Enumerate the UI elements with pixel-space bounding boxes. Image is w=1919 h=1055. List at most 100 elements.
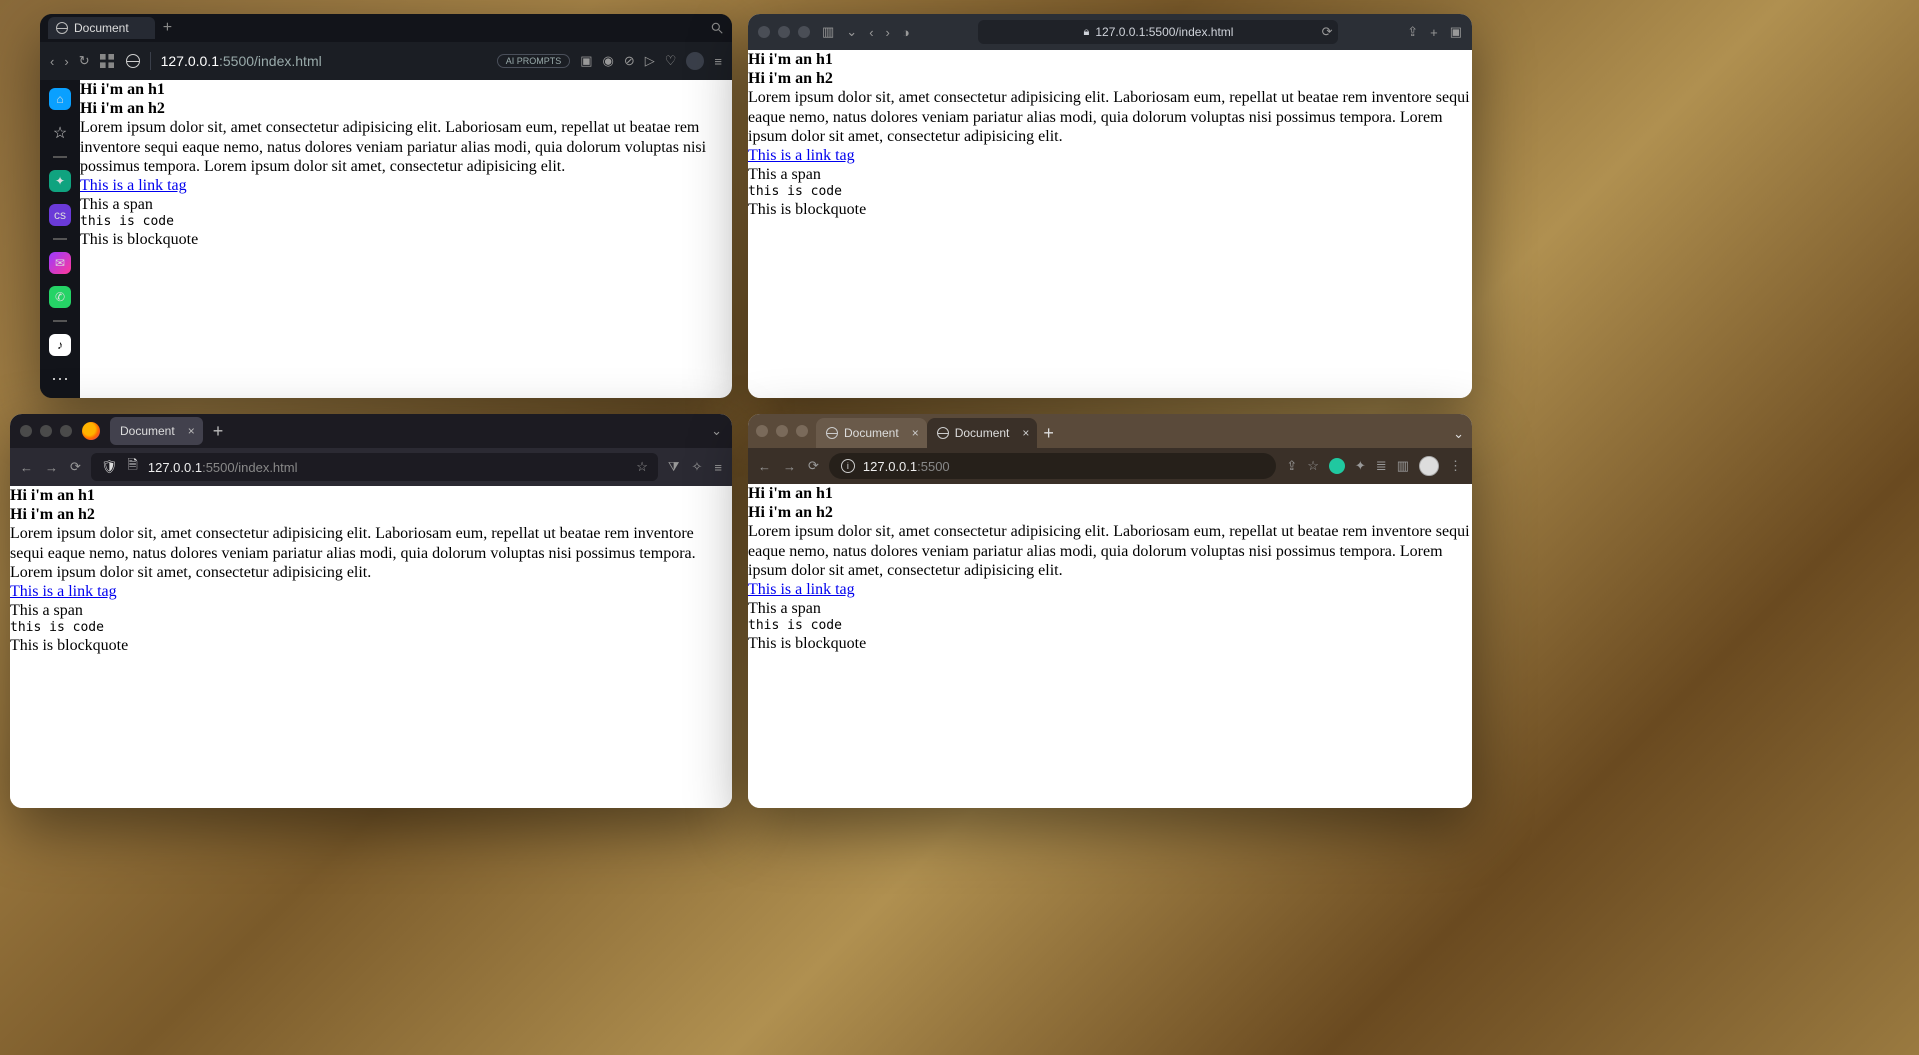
- tiktok-icon[interactable]: ♪: [49, 334, 71, 356]
- globe-icon: [126, 54, 140, 68]
- reading-list-icon[interactable]: ≣: [1376, 458, 1387, 474]
- share-icon[interactable]: ⇪: [1407, 24, 1418, 40]
- chatgpt-icon[interactable]: ✦: [49, 170, 71, 192]
- paragraph: Lorem ipsum dolor sit, amet consectetur …: [80, 118, 730, 176]
- firefox-viewport: Hi i'm an h1 Hi i'm an h2 Lorem ipsum do…: [10, 486, 732, 808]
- blockquote-text: This is blockquote: [748, 200, 1470, 219]
- reload-button[interactable]: ↻: [79, 53, 90, 69]
- new-tab-button[interactable]: +: [213, 421, 224, 442]
- link-tag[interactable]: This is a link tag: [80, 177, 187, 194]
- site-info-icon[interactable]: i: [841, 459, 855, 473]
- tab-title: Document: [120, 424, 175, 438]
- firefox-window: Document × + ⌄ ← → ⟳ 🛡︎ 🗎 127.0.0.1:5500…: [10, 414, 732, 808]
- close-tab-icon[interactable]: ×: [1022, 426, 1029, 440]
- firefox-tab-active[interactable]: Document ×: [110, 417, 203, 445]
- window-controls[interactable]: [758, 26, 810, 38]
- heading-1: Hi i'm an h1: [748, 484, 1470, 503]
- chrome-viewport: Hi i'm an h1 Hi i'm an h2 Lorem ipsum do…: [748, 484, 1472, 808]
- sidebar-icon[interactable]: ▥: [822, 24, 834, 40]
- opera-toolbar: ‹ › ↻ 127.0.0.1:5500/index.html AI PROMP…: [40, 42, 732, 80]
- extensions-icon[interactable]: ✧: [692, 459, 703, 475]
- extension-icon[interactable]: [1329, 458, 1345, 474]
- messenger-icon[interactable]: ✉: [49, 252, 71, 274]
- address-bar[interactable]: 🔒︎ 127.0.0.1:5500/index.html ⟳: [978, 20, 1338, 44]
- whatsapp-icon[interactable]: ✆: [49, 286, 71, 308]
- adblock-icon[interactable]: ⊘: [624, 53, 635, 69]
- safari-toolbar: ▥ ⌄ ‹ › ◑ 🔒︎ 127.0.0.1:5500/index.html ⟳…: [748, 14, 1472, 50]
- menu-icon[interactable]: ⋮: [1449, 458, 1462, 474]
- address-bar[interactable]: 🛡︎ 🗎 127.0.0.1:5500/index.html ☆: [91, 453, 658, 481]
- reload-icon[interactable]: ⟳: [1322, 24, 1333, 40]
- chrome-tab-1[interactable]: Document ×: [816, 418, 927, 448]
- shield-icon[interactable]: ◑: [902, 25, 910, 40]
- new-tab-button[interactable]: +: [1043, 423, 1054, 444]
- reload-button[interactable]: ⟳: [808, 458, 819, 474]
- safari-viewport: Hi i'm an h1 Hi i'm an h2 Lorem ipsum do…: [748, 50, 1472, 398]
- firefox-logo-icon[interactable]: [82, 422, 100, 440]
- star-icon[interactable]: ☆: [49, 122, 71, 144]
- paragraph: Lorem ipsum dolor sit, amet consectetur …: [10, 524, 730, 582]
- more-icon[interactable]: ⋯: [49, 368, 71, 390]
- bookmark-star-icon[interactable]: ☆: [1307, 458, 1319, 474]
- forward-button[interactable]: →: [783, 458, 796, 474]
- tab-dropdown-icon[interactable]: ⌄: [711, 423, 722, 439]
- link-tag[interactable]: This is a link tag: [748, 581, 855, 598]
- tab-search-icon[interactable]: ⌄: [1453, 426, 1464, 442]
- camera-icon[interactable]: ◉: [603, 53, 614, 69]
- heart-icon[interactable]: ♡: [665, 53, 677, 69]
- forward-button[interactable]: →: [45, 459, 58, 475]
- divider: [53, 320, 67, 322]
- menu-icon[interactable]: ≡: [714, 459, 722, 475]
- window-controls[interactable]: [20, 425, 72, 437]
- close-tab-icon[interactable]: ×: [912, 426, 919, 440]
- chrome-tab-2-active[interactable]: Document ×: [927, 418, 1038, 448]
- close-tab-icon[interactable]: ×: [188, 424, 195, 438]
- heading-1: Hi i'm an h1: [748, 50, 1470, 69]
- url-text: 127.0.0.1:5500/index.html: [1095, 25, 1233, 39]
- search-tabs-icon[interactable]: [710, 21, 724, 35]
- ai-prompts-button[interactable]: AI PROMPTS: [497, 54, 571, 68]
- safari-window: ▥ ⌄ ‹ › ◑ 🔒︎ 127.0.0.1:5500/index.html ⟳…: [748, 14, 1472, 398]
- back-button[interactable]: ‹: [869, 25, 873, 40]
- heading-2: Hi i'm an h2: [10, 505, 730, 524]
- address-bar[interactable]: 127.0.0.1:5500/index.html: [126, 52, 485, 70]
- tab-title: Document: [844, 426, 899, 440]
- back-button[interactable]: ‹: [50, 53, 54, 69]
- side-panel-icon[interactable]: ▥: [1397, 458, 1409, 474]
- span-text: This a span: [748, 165, 1470, 184]
- forward-button[interactable]: ›: [886, 25, 890, 40]
- new-tab-icon[interactable]: +: [1430, 24, 1438, 40]
- opera-sidebar: ⌂ ☆ ✦ cs ✉ ✆ ♪ ⋯: [40, 80, 80, 398]
- tabs-icon[interactable]: ▣: [1450, 24, 1462, 40]
- share-icon[interactable]: ⇪: [1286, 458, 1297, 474]
- share-icon[interactable]: ▷: [645, 53, 655, 69]
- reload-button[interactable]: ⟳: [70, 459, 81, 475]
- blockquote-text: This is blockquote: [748, 634, 1470, 653]
- link-tag[interactable]: This is a link tag: [10, 583, 117, 600]
- bookmark-star-icon[interactable]: ☆: [636, 459, 648, 475]
- forward-button[interactable]: ›: [64, 53, 68, 69]
- shield-icon: 🛡︎: [101, 459, 118, 475]
- menu-icon[interactable]: ≡: [714, 54, 722, 69]
- tab-title: Document: [74, 21, 129, 35]
- address-bar[interactable]: i 127.0.0.1:5500: [829, 453, 1276, 479]
- profile-avatar[interactable]: [686, 52, 704, 70]
- back-button[interactable]: ←: [758, 458, 771, 474]
- chrome-toolbar: ← → ⟳ i 127.0.0.1:5500 ⇪ ☆ ✦ ≣ ▥ ⋮: [748, 448, 1472, 484]
- chrome-window: Document × Document × + ⌄ ← → ⟳ i 127.0.…: [748, 414, 1472, 808]
- snapshot-icon[interactable]: ▣: [580, 53, 592, 69]
- chevron-down-icon[interactable]: ⌄: [846, 24, 857, 40]
- new-tab-button[interactable]: +: [163, 19, 172, 37]
- extensions-puzzle-icon[interactable]: ✦: [1355, 458, 1366, 474]
- link-tag[interactable]: This is a link tag: [748, 147, 855, 164]
- globe-icon: [937, 427, 949, 439]
- heading-2: Hi i'm an h2: [748, 69, 1470, 88]
- apps-icon[interactable]: [100, 53, 114, 69]
- opera-tab-active[interactable]: Document: [48, 17, 155, 39]
- back-button[interactable]: ←: [20, 459, 33, 475]
- window-controls[interactable]: [756, 425, 808, 437]
- cs-icon[interactable]: cs: [49, 204, 71, 226]
- pocket-icon[interactable]: ⧩: [668, 459, 680, 475]
- home-icon[interactable]: ⌂: [49, 88, 71, 110]
- profile-avatar[interactable]: [1419, 456, 1439, 476]
